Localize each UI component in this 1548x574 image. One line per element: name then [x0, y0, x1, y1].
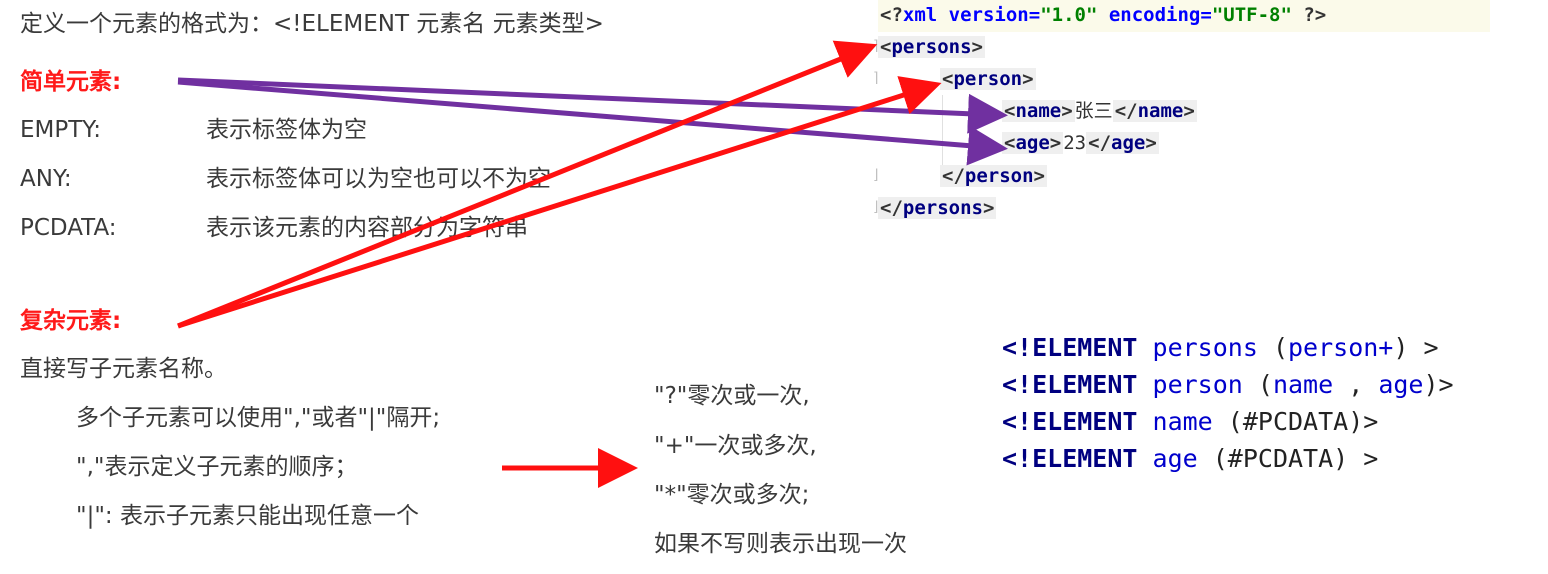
red-arrow-to-person	[177, 76, 942, 329]
purple-arrow-to-age	[177, 79, 1008, 166]
purple-arrow-to-name	[177, 77, 1008, 134]
annotation-arrows	[177, 40, 1008, 488]
